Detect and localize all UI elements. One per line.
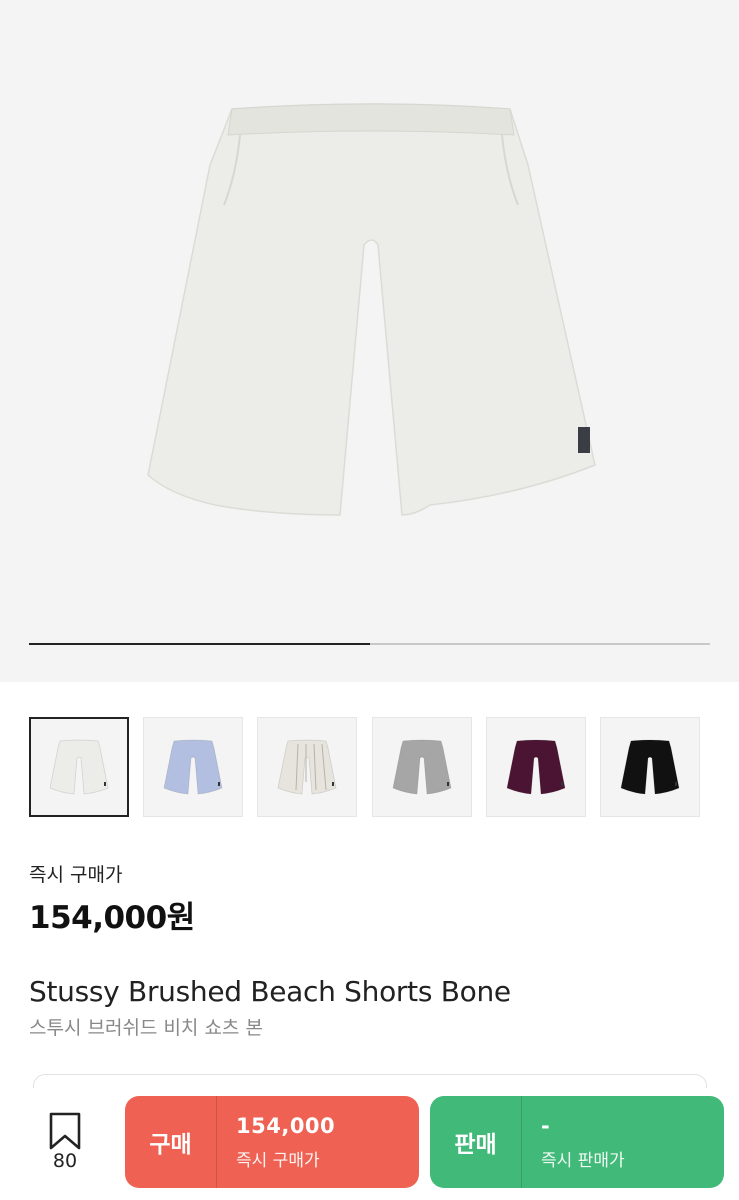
product-title: Stussy Brushed Beach Shorts Bone xyxy=(29,975,511,1008)
sell-amount: - xyxy=(541,1114,551,1138)
sell-divider xyxy=(521,1096,522,1188)
shorts-thumbnail-icon xyxy=(392,739,452,795)
color-thumbnail-light-blue[interactable] xyxy=(143,717,243,817)
carousel-progress xyxy=(29,643,710,645)
shorts-thumbnail-icon xyxy=(506,739,566,795)
bookmark-icon xyxy=(49,1112,81,1150)
buy-amount: 154,000 xyxy=(236,1114,336,1138)
bookmark-button[interactable]: 80 xyxy=(40,1108,90,1178)
buy-subtitle: 즉시 구매가 xyxy=(236,1151,320,1171)
color-thumbnail-grey[interactable] xyxy=(372,717,472,817)
color-thumbnail-striped[interactable] xyxy=(257,717,357,817)
shorts-thumbnail-icon xyxy=(620,739,680,795)
color-thumbnail-black[interactable] xyxy=(600,717,700,817)
buy-label: 구매 xyxy=(149,1132,192,1158)
shorts-image xyxy=(147,103,596,516)
color-thumbnail-burgundy[interactable] xyxy=(486,717,586,817)
instant-buy-price-label: 즉시 구매가 xyxy=(29,864,123,886)
color-thumbnail-bone[interactable] xyxy=(29,717,129,817)
instant-buy-price: 154,000원 xyxy=(29,900,195,936)
product-image-carousel[interactable] xyxy=(0,0,739,682)
product-title-korean: 스투시 브러쉬드 비치 쇼츠 본 xyxy=(29,1017,263,1039)
sell-label: 판매 xyxy=(454,1132,497,1158)
color-thumbnail-list xyxy=(29,717,700,817)
bookmark-count: 80 xyxy=(52,1150,78,1172)
buy-divider xyxy=(216,1096,217,1188)
buy-button[interactable]: 구매 154,000 즉시 구매가 xyxy=(125,1096,419,1188)
shorts-thumbnail-icon xyxy=(163,739,223,795)
sell-subtitle: 즉시 판매가 xyxy=(541,1151,625,1171)
shorts-thumbnail-icon xyxy=(49,739,109,795)
shorts-thumbnail-icon xyxy=(277,739,337,795)
carousel-progress-fill xyxy=(29,643,370,645)
sell-button[interactable]: 판매 - 즉시 판매가 xyxy=(430,1096,724,1188)
